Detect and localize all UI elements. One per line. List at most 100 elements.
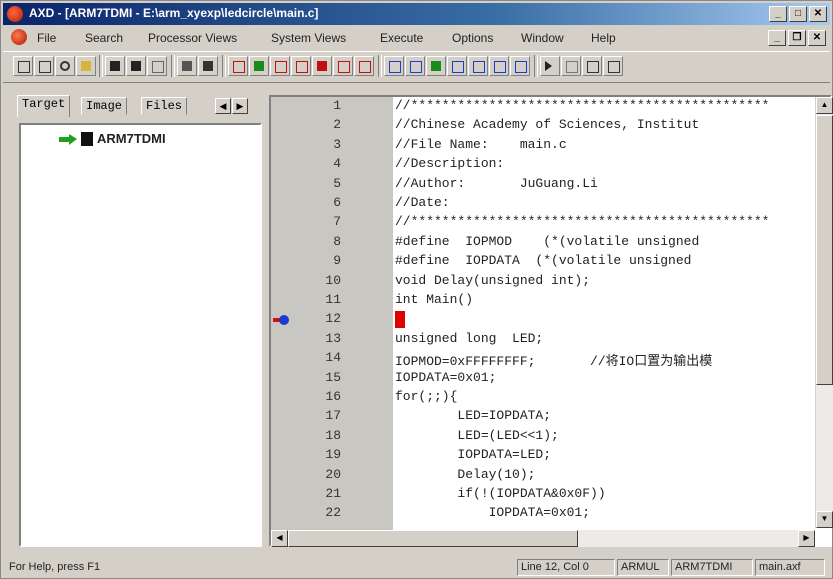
scroll-right-icon[interactable]: ▶ xyxy=(798,530,815,547)
code-line[interactable]: 18 LED=(LED<<1); xyxy=(271,428,830,447)
sys-watch-icon[interactable] xyxy=(405,56,425,76)
sys-debugger-icon[interactable] xyxy=(489,56,509,76)
memory-view-icon[interactable] xyxy=(312,56,332,76)
child-restore-button[interactable]: ❐ xyxy=(788,30,806,46)
vertical-scrollbar[interactable]: ▲ ▼ xyxy=(815,97,833,528)
menu-options[interactable]: Options xyxy=(452,31,493,45)
tab-scroll-left-icon[interactable]: ◀ xyxy=(215,98,231,114)
code-line[interactable]: 1 //*************************************… xyxy=(271,98,830,117)
code-text: IOPDATA=0x01; xyxy=(395,505,591,521)
scroll-down-icon[interactable]: ▼ xyxy=(816,511,833,528)
menu-help[interactable]: Help xyxy=(591,31,616,45)
open-folder-icon[interactable] xyxy=(76,56,96,76)
source-view-icon[interactable] xyxy=(354,56,374,76)
line-number: 13 xyxy=(325,330,341,346)
code-line[interactable]: 2 //Chinese Academy of Sciences, Institut xyxy=(271,117,830,136)
line-number: 11 xyxy=(325,292,341,307)
replace-icon[interactable] xyxy=(198,56,218,76)
find-icon[interactable] xyxy=(177,56,197,76)
code-line[interactable]: 10 void Delay(unsigned int); xyxy=(271,272,830,292)
line-number: 10 xyxy=(325,272,341,288)
line-number: 12 xyxy=(325,311,341,327)
step-in-icon[interactable] xyxy=(582,56,602,76)
tab-files[interactable]: Files xyxy=(141,97,188,115)
vertical-scroll-thumb[interactable] xyxy=(816,115,833,385)
sys-variables-icon[interactable] xyxy=(447,56,467,76)
sys-registers-icon[interactable] xyxy=(384,56,404,76)
document-icon[interactable] xyxy=(11,29,27,45)
code-line[interactable]: 20 Delay(10); xyxy=(271,467,830,486)
line-number: 2 xyxy=(333,117,341,133)
code-line[interactable]: 11 int Main() xyxy=(271,292,830,311)
tab-target[interactable]: Target xyxy=(17,95,71,117)
code-line[interactable]: 15 IOPDATA=0x01; xyxy=(271,370,830,389)
code-line[interactable]: 14 IOPMOD=0xFFFFFFFF; //将IO口置为输出模 xyxy=(271,350,830,369)
code-line[interactable]: 17 LED=IOPDATA; xyxy=(271,408,830,427)
target-tree: ARM7TDMI xyxy=(19,123,262,547)
code-line[interactable]: 21 if(!(IOPDATA&0x0F)) xyxy=(271,486,830,505)
code-line[interactable]: 8 #define IOPMOD (*(volatile unsigned xyxy=(271,234,830,253)
registers-view-icon[interactable] xyxy=(228,56,248,76)
code-line[interactable]: 5 //Author: JuGuang.Li xyxy=(271,176,830,195)
reload-image-icon[interactable] xyxy=(34,56,54,76)
code-line[interactable]: 19 IOPDATA=LED; xyxy=(271,447,830,466)
step-over-icon[interactable] xyxy=(603,56,623,76)
tree-node-arm7tdmi[interactable]: ARM7TDMI xyxy=(59,131,166,146)
menu-execute[interactable]: Execute xyxy=(380,31,423,45)
code-line[interactable]: 16 for(;;){ xyxy=(271,389,830,408)
watch-view-icon[interactable] xyxy=(249,56,269,76)
menu-window[interactable]: Window xyxy=(521,31,564,45)
code-line[interactable]: 13 unsigned long LED; xyxy=(271,330,830,350)
code-line[interactable]: 22 IOPDATA=0x01; xyxy=(271,505,830,524)
refresh-icon[interactable] xyxy=(55,56,75,76)
code-text: unsigned long LED; xyxy=(395,330,544,346)
disassembly-view-icon[interactable] xyxy=(333,56,353,76)
code-line[interactable]: 3 //File Name: main.c xyxy=(271,137,830,156)
sys-output-icon[interactable] xyxy=(468,56,488,76)
code-line[interactable]: 6 //Date: xyxy=(271,195,830,214)
load-image-icon[interactable] xyxy=(13,56,33,76)
close-button[interactable]: ✕ xyxy=(809,6,827,22)
status-position: Line 12, Col 0 xyxy=(517,559,615,576)
scroll-up-icon[interactable]: ▲ xyxy=(816,97,833,114)
sys-memory-icon[interactable] xyxy=(426,56,446,76)
status-mode: ARMUL xyxy=(617,559,669,576)
menu-system-views[interactable]: System Views xyxy=(271,31,346,45)
horizontal-scrollbar[interactable]: ◀ ▶ xyxy=(271,530,815,547)
scroll-left-icon[interactable]: ◀ xyxy=(271,530,288,547)
code-text: //Description: xyxy=(395,156,505,172)
current-target-arrow-icon xyxy=(59,133,77,145)
menu-processor-views[interactable]: Processor Views xyxy=(148,31,237,45)
execution-pointer-icon[interactable] xyxy=(273,315,289,326)
save-icon[interactable] xyxy=(105,56,125,76)
maximize-button[interactable]: □ xyxy=(789,6,807,22)
title-bar[interactable]: AXD - [ARM7TDMI - E:\arm_xyexp\ledcircle… xyxy=(3,3,830,25)
status-image: main.axf xyxy=(755,559,825,576)
minimize-button[interactable]: _ xyxy=(769,6,787,22)
code-text: //Chinese Academy of Sciences, Institut xyxy=(395,117,700,133)
child-minimize-button[interactable]: _ xyxy=(768,30,786,46)
go-icon[interactable] xyxy=(540,56,560,76)
tab-scroll-right-icon[interactable]: ▶ xyxy=(232,98,248,114)
status-bar: For Help, press F1 Line 12, Col 0 ARMUL … xyxy=(3,557,830,577)
code-line[interactable]: 4 //Description: xyxy=(271,156,830,175)
print-icon[interactable] xyxy=(147,56,167,76)
horizontal-scroll-thumb[interactable] xyxy=(288,530,578,547)
child-close-button[interactable]: ✕ xyxy=(808,30,826,46)
code-line[interactable]: 9 #define IOPDATA (*(volatile unsigned xyxy=(271,253,830,272)
code-line[interactable]: 7 //*************************************… xyxy=(271,214,830,233)
sys-console-icon[interactable] xyxy=(510,56,530,76)
line-number: 1 xyxy=(333,98,341,113)
tab-image[interactable]: Image xyxy=(81,97,128,115)
menu-file[interactable]: File xyxy=(37,31,56,45)
variables-view-icon[interactable] xyxy=(270,56,290,76)
text-cursor xyxy=(395,311,405,329)
save-all-icon[interactable] xyxy=(126,56,146,76)
menu-search[interactable]: Search xyxy=(85,31,123,45)
code-text: #define IOPDATA (*(volatile unsigned xyxy=(395,253,692,269)
code-line[interactable]: 12 xyxy=(271,311,830,330)
stop-icon[interactable] xyxy=(561,56,581,76)
line-number: 16 xyxy=(325,389,341,404)
source-editor[interactable]: 1 //*************************************… xyxy=(269,95,832,547)
backtrace-view-icon[interactable] xyxy=(291,56,311,76)
